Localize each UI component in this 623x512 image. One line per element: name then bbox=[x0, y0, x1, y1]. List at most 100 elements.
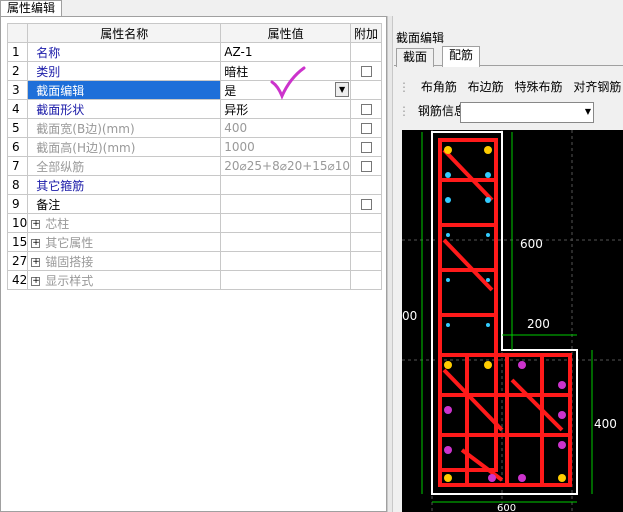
property-value: 400 bbox=[224, 121, 248, 135]
attach-checkbox[interactable] bbox=[360, 104, 372, 115]
grid-row[interactable]: 15 + 其它属性 bbox=[6, 232, 383, 252]
property-value-cell[interactable]: 1000 bbox=[220, 137, 352, 157]
section-drawing: 600 200 00 400 600 bbox=[402, 130, 623, 512]
property-name-cell[interactable]: 截面高(H边)(mm) bbox=[27, 137, 222, 157]
property-label: 备注 bbox=[36, 197, 61, 212]
grid-row[interactable]: 9 备注 bbox=[6, 194, 383, 214]
special-rebar-button[interactable]: 特殊布筋 bbox=[515, 76, 563, 98]
header-property-value[interactable]: 属性值 bbox=[220, 23, 352, 43]
attach-cell bbox=[350, 118, 383, 138]
chevron-down-icon[interactable]: ▼ bbox=[585, 107, 591, 116]
property-value-cell[interactable] bbox=[220, 232, 352, 252]
row-number: 42 bbox=[6, 270, 29, 290]
attach-cell bbox=[350, 99, 383, 119]
property-name-cell[interactable]: + 锚固搭接 bbox=[27, 251, 222, 271]
row-number: 9 bbox=[6, 194, 29, 214]
property-value: 是 bbox=[224, 83, 237, 98]
property-value-cell[interactable] bbox=[220, 213, 352, 233]
row-number: 1 bbox=[6, 42, 29, 62]
grid-row[interactable]: 6 截面高(H边)(mm) 1000 bbox=[6, 137, 383, 157]
attach-checkbox[interactable] bbox=[360, 142, 372, 153]
row-number: 4 bbox=[6, 99, 29, 119]
tab-section[interactable]: 截面 bbox=[396, 48, 435, 67]
corner-rebar-button[interactable]: 布角筋 bbox=[421, 76, 457, 98]
align-rebar-button[interactable]: 对齐钢筋 bbox=[573, 76, 621, 98]
property-name-cell[interactable]: + 芯柱 bbox=[27, 213, 222, 233]
property-label: 截面形状 bbox=[36, 102, 85, 117]
rebar-info-row: ⋮ 钢筋信息 ▼ bbox=[398, 102, 594, 124]
grid-row[interactable]: 2 类别 暗柱 bbox=[6, 61, 383, 81]
pane-splitter[interactable] bbox=[387, 16, 393, 512]
property-value: AZ-1 bbox=[224, 45, 253, 59]
dim-right-height: 400 bbox=[594, 417, 617, 431]
grid-row[interactable]: 8 其它箍筋 bbox=[6, 175, 383, 195]
property-name-cell[interactable]: + 显示样式 bbox=[27, 270, 222, 290]
attach-cell bbox=[350, 42, 383, 62]
property-value-cell[interactable] bbox=[220, 251, 352, 271]
rebar-info-select[interactable]: ▼ bbox=[460, 102, 594, 123]
grid-row[interactable]: 3 截面编辑 ▼ 是 bbox=[6, 80, 383, 100]
attach-cell bbox=[350, 194, 383, 214]
check-mark-icon bbox=[270, 66, 306, 100]
grid-row[interactable]: 42 + 显示样式 bbox=[6, 270, 383, 290]
property-label: 全部纵筋 bbox=[36, 159, 85, 174]
property-value-cell[interactable]: 20⌀25+8⌀20+15⌀10 bbox=[220, 156, 352, 176]
row-number: 27 bbox=[6, 251, 29, 271]
property-value-cell[interactable]: AZ-1 bbox=[220, 42, 352, 62]
tab-rebar[interactable]: 配筋 bbox=[442, 46, 481, 67]
rebar-info-label: 钢筋信息 bbox=[417, 104, 466, 118]
expand-icon[interactable]: + bbox=[31, 219, 41, 229]
row-number: 15 bbox=[6, 232, 29, 252]
header-attach[interactable]: 附加 bbox=[350, 23, 383, 43]
dim-top-width: 600 bbox=[520, 237, 543, 251]
section-canvas[interactable]: 600 200 00 400 600 bbox=[402, 130, 623, 512]
header-index bbox=[6, 23, 29, 43]
dropdown-arrow-icon[interactable]: ▼ bbox=[335, 81, 350, 97]
property-value-cell[interactable]: 400 bbox=[220, 118, 352, 138]
property-label: 其它箍筋 bbox=[36, 178, 85, 193]
group-label: 芯柱 bbox=[45, 216, 70, 231]
edge-rebar-button[interactable]: 布边筋 bbox=[468, 76, 504, 98]
toolbar-grip-icon: ⋮ bbox=[398, 80, 410, 94]
property-name-cell[interactable]: 截面宽(B边)(mm) bbox=[27, 118, 222, 138]
property-name-cell[interactable]: 其它箍筋 bbox=[27, 175, 222, 195]
property-name-cell[interactable]: 截面编辑 bbox=[27, 80, 222, 100]
grid-row[interactable]: 5 截面宽(B边)(mm) 400 bbox=[6, 118, 383, 138]
property-name-cell[interactable]: 名称 bbox=[27, 42, 222, 62]
row-number: 5 bbox=[6, 118, 29, 138]
property-name-cell[interactable]: 全部纵筋 bbox=[27, 156, 222, 176]
property-value-cell[interactable] bbox=[220, 270, 352, 290]
property-label: 截面编辑 bbox=[36, 83, 85, 98]
dim-notch-width: 200 bbox=[527, 317, 550, 331]
grid-row[interactable]: 4 截面形状 异形 bbox=[6, 99, 383, 119]
attach-checkbox[interactable] bbox=[360, 66, 372, 77]
property-value: 暗柱 bbox=[224, 64, 249, 79]
grid-row[interactable]: 7 全部纵筋 20⌀25+8⌀20+15⌀10 bbox=[6, 156, 383, 176]
property-name-cell[interactable]: 截面形状 bbox=[27, 99, 222, 119]
property-label: 截面宽(B边)(mm) bbox=[36, 121, 135, 136]
property-name-cell[interactable]: 类别 bbox=[27, 61, 222, 81]
grid-row[interactable]: 1 名称 AZ-1 bbox=[6, 42, 383, 62]
property-name-cell[interactable]: 备注 bbox=[27, 194, 222, 214]
dim-bottom: 600 bbox=[497, 503, 516, 512]
expand-icon[interactable]: + bbox=[31, 276, 41, 286]
property-name-cell[interactable]: + 其它属性 bbox=[27, 232, 222, 252]
info-grip-icon: ⋮ bbox=[398, 104, 410, 118]
attach-cell bbox=[350, 137, 383, 157]
property-value-cell[interactable] bbox=[220, 194, 352, 214]
tab-property-editor[interactable]: 属性编辑 bbox=[0, 0, 63, 16]
property-value-cell[interactable]: 异形 bbox=[220, 99, 352, 119]
attach-checkbox[interactable] bbox=[360, 199, 372, 210]
attach-checkbox[interactable] bbox=[360, 123, 372, 134]
property-value-cell[interactable] bbox=[220, 175, 352, 195]
attach-checkbox[interactable] bbox=[360, 161, 372, 172]
expand-icon[interactable]: + bbox=[31, 238, 41, 248]
grid-row[interactable]: 27 + 锚固搭接 bbox=[6, 251, 383, 271]
property-value: 1000 bbox=[224, 140, 255, 154]
row-number: 3 bbox=[6, 80, 29, 100]
group-label: 显示样式 bbox=[45, 273, 94, 288]
header-property-name[interactable]: 属性名称 bbox=[27, 23, 222, 43]
expand-icon[interactable]: + bbox=[31, 257, 41, 267]
grid-row[interactable]: 10 + 芯柱 bbox=[6, 213, 383, 233]
attach-cell bbox=[350, 80, 383, 100]
